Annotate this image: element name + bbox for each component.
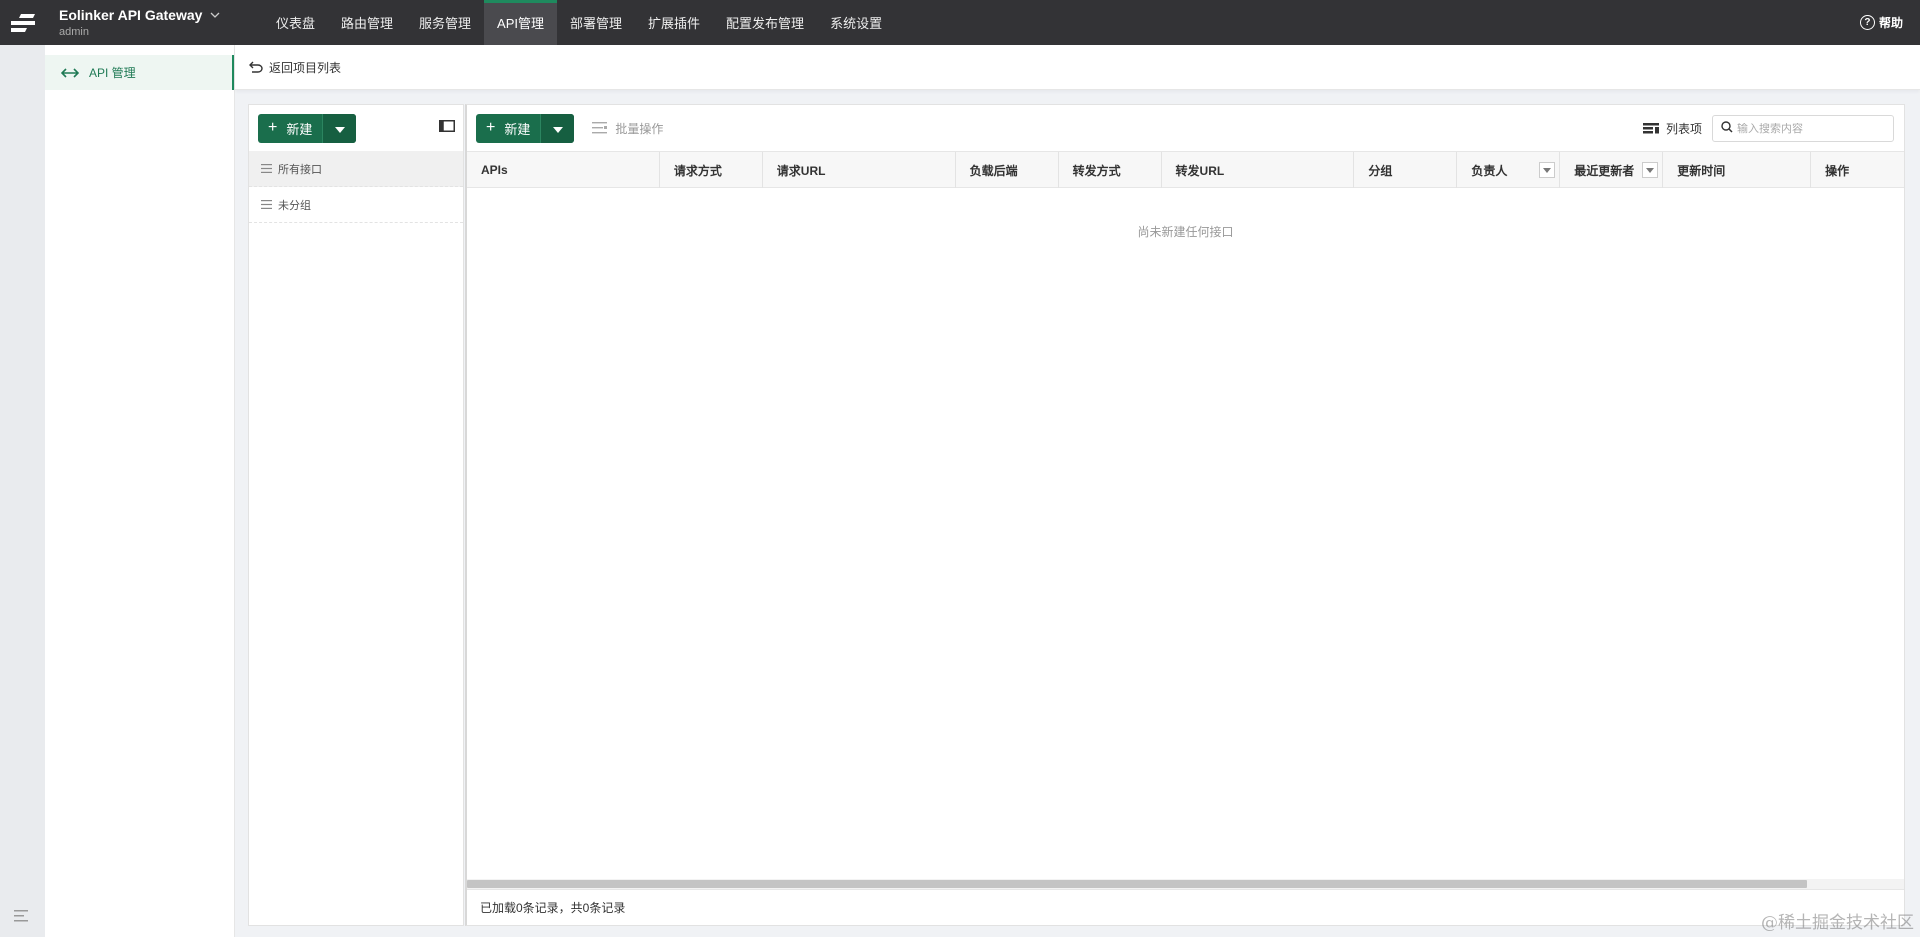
scrollbar-thumb[interactable] xyxy=(467,880,1807,888)
api-search-input[interactable] xyxy=(1737,122,1887,135)
search-icon xyxy=(1721,121,1733,136)
api-list-panel: + 新建 批量操作 列表项 输入搜索内容 APIs 请求方式 请求URL 负载后… xyxy=(465,104,1905,926)
panel-collapse-icon[interactable] xyxy=(439,120,455,135)
column-header-apis[interactable]: APIs xyxy=(467,152,660,188)
group-item-label: 所有接口 xyxy=(278,163,322,176)
brand-title: Eolinker API Gateway xyxy=(59,7,203,23)
owner-header-label: 负责人 xyxy=(1471,163,1508,178)
new-api-split-button: + 新建 xyxy=(476,113,575,143)
group-item-all-apis[interactable]: 所有接口 xyxy=(249,151,463,187)
nav-item-plugins[interactable]: 扩展插件 xyxy=(635,0,713,45)
back-to-project-list-link[interactable]: 返回项目列表 xyxy=(249,59,341,76)
top-navigation-bar: Eolinker API Gateway admin 仪表盘 路由管理 服务管理… xyxy=(0,0,1920,45)
column-header-request-url[interactable]: 请求URL xyxy=(763,152,956,188)
group-item-ungrouped[interactable]: 未分组 xyxy=(249,187,463,223)
horizontal-scrollbar[interactable] xyxy=(467,879,1904,889)
api-table-header: APIs 请求方式 请求URL 负载后端 转发方式 转发URL 分组 负责人 最… xyxy=(467,151,1904,188)
last-updater-filter-icon[interactable] xyxy=(1642,162,1659,178)
nav-item-routes[interactable]: 路由管理 xyxy=(328,0,406,45)
list-icon xyxy=(261,164,272,173)
list-icon xyxy=(261,200,272,209)
owner-filter-icon[interactable] xyxy=(1539,162,1556,178)
sidebar-item-api-management[interactable]: API 管理 xyxy=(45,55,234,90)
caret-down-icon xyxy=(334,121,345,136)
new-api-button[interactable]: + 新建 xyxy=(476,114,540,143)
menu-toggle-icon[interactable] xyxy=(14,910,30,925)
api-search-box xyxy=(1712,115,1894,142)
gateway-logo-icon[interactable] xyxy=(0,0,45,45)
nav-item-config-publish[interactable]: 配置发布管理 xyxy=(713,0,817,45)
caret-down-icon xyxy=(552,121,563,136)
new-group-button[interactable]: + 新建 xyxy=(258,114,322,143)
new-group-dropdown-button[interactable] xyxy=(322,113,357,143)
left-icon-rail xyxy=(0,45,45,937)
current-user-name: admin xyxy=(59,26,89,38)
back-link-label: 返回项目列表 xyxy=(269,60,342,75)
column-header-backend[interactable]: 负载后端 xyxy=(956,152,1059,188)
column-header-forward-method[interactable]: 转发方式 xyxy=(1059,152,1162,188)
help-button[interactable]: ? 帮助 xyxy=(1859,0,1903,45)
plus-icon: + xyxy=(268,119,278,136)
help-label: 帮助 xyxy=(1878,16,1903,30)
help-circle-icon: ? xyxy=(1859,15,1875,30)
column-header-update-time[interactable]: 更新时间 xyxy=(1663,152,1812,188)
sidebar-item-label: API 管理 xyxy=(89,66,136,80)
batch-operation-label: 批量操作 xyxy=(615,121,664,136)
watermark-text: @稀土掘金技术社区 xyxy=(1761,913,1914,933)
column-header-group[interactable]: 分组 xyxy=(1354,152,1458,188)
plus-icon: + xyxy=(486,119,496,136)
column-header-last-updater[interactable]: 最近更新者 xyxy=(1560,152,1664,188)
brand-switcher[interactable]: Eolinker API Gateway admin xyxy=(45,0,255,45)
nav-item-dashboard[interactable]: 仪表盘 xyxy=(263,0,328,45)
breadcrumb: 返回项目列表 xyxy=(235,45,1920,90)
nav-item-deployment[interactable]: 部署管理 xyxy=(557,0,635,45)
new-api-label: 新建 xyxy=(504,121,531,137)
column-options-button[interactable]: 列表项 xyxy=(1642,105,1702,151)
columns-icon xyxy=(1642,122,1659,134)
sidebar: API 管理 xyxy=(45,45,235,937)
column-header-method[interactable]: 请求方式 xyxy=(660,152,763,188)
new-group-label: 新建 xyxy=(286,121,313,137)
column-header-forward-url[interactable]: 转发URL xyxy=(1162,152,1355,188)
empty-state-text: 尚未新建任何接口 xyxy=(1137,225,1234,239)
group-item-label: 未分组 xyxy=(278,199,311,212)
chevron-down-icon xyxy=(210,12,220,18)
batch-list-icon xyxy=(592,122,608,134)
column-header-owner[interactable]: 负责人 xyxy=(1457,152,1561,188)
main-nav: 仪表盘 路由管理 服务管理 API管理 部署管理 扩展插件 配置发布管理 系统设… xyxy=(263,0,895,45)
column-options-label: 列表项 xyxy=(1665,121,1702,136)
nav-item-api-management[interactable]: API管理 xyxy=(484,0,558,45)
api-arrows-icon xyxy=(61,67,79,78)
table-footer-summary: 已加载0条记录，共0条记录 xyxy=(467,889,1904,925)
batch-operation-button[interactable]: 批量操作 xyxy=(592,120,663,137)
column-header-actions: 操作 xyxy=(1825,163,1850,178)
new-api-dropdown-button[interactable] xyxy=(540,113,575,143)
api-toolbar: + 新建 批量操作 列表项 xyxy=(467,105,1904,151)
group-toolbar: + 新建 xyxy=(249,105,463,151)
nav-item-services[interactable]: 服务管理 xyxy=(406,0,484,45)
back-arrow-icon xyxy=(249,61,263,73)
nav-item-system-settings[interactable]: 系统设置 xyxy=(817,0,895,45)
new-group-split-button: + 新建 xyxy=(258,113,357,143)
group-panel: + 新建 所有接口 未分组 xyxy=(248,104,464,926)
last-updater-header-label: 最近更新者 xyxy=(1574,163,1635,178)
